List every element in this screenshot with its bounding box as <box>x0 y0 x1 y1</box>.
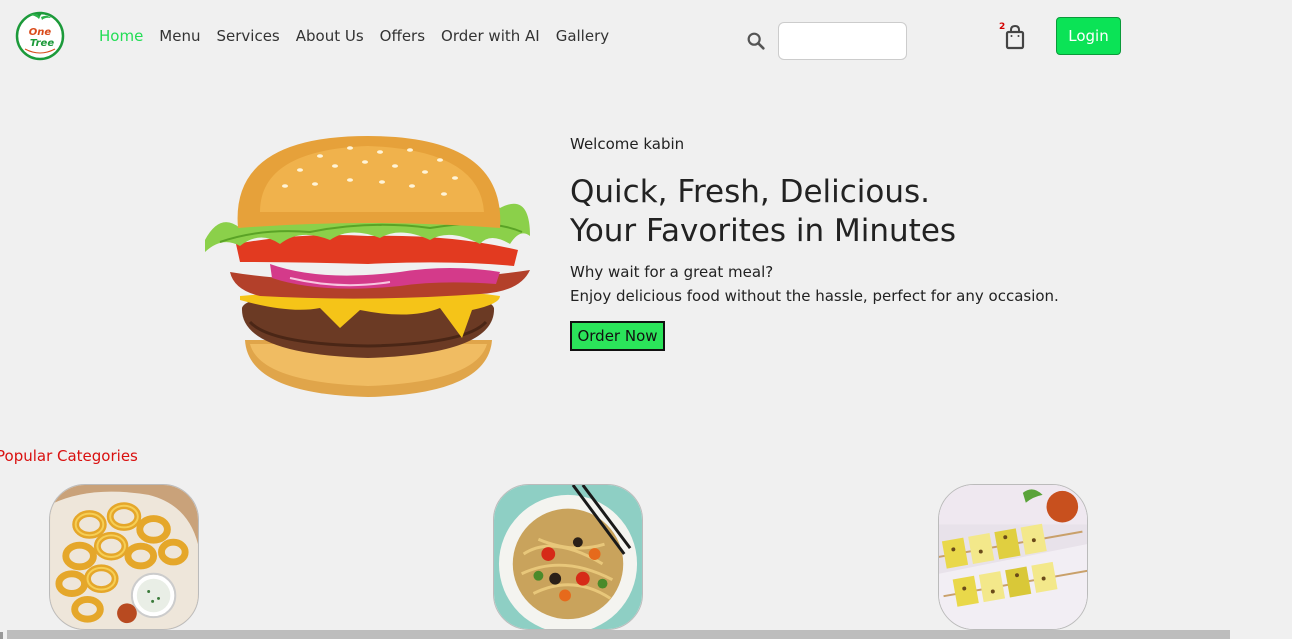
nav-services[interactable]: Services <box>216 26 279 46</box>
welcome-message: Welcome kabin <box>570 135 685 153</box>
hero-description-line1: Why wait for a great meal? <box>570 263 774 281</box>
login-button[interactable]: Login <box>1056 17 1121 55</box>
category-card-paneer-skewers[interactable] <box>938 484 1088 630</box>
main-nav: Home Menu Services About Us Offers Order… <box>99 26 625 46</box>
popular-categories-title: Popular Categories <box>0 447 138 465</box>
nav-home[interactable]: Home <box>99 26 143 46</box>
nav-menu[interactable]: Menu <box>159 26 200 46</box>
hero-headline-line1: Quick, Fresh, Delicious. <box>570 174 931 210</box>
order-now-button[interactable]: Order Now <box>570 321 665 351</box>
stir-fry-noodles-image <box>494 485 642 629</box>
shopping-bag-icon[interactable] <box>1004 24 1026 50</box>
scrollbar-arrow-left[interactable] <box>0 632 3 639</box>
brand-logo[interactable]: One Tree <box>15 9 65 61</box>
nav-order-with-ai[interactable]: Order with AI <box>441 26 540 46</box>
onion-rings-image <box>50 485 198 629</box>
category-card-onion-rings[interactable] <box>49 484 199 630</box>
hero-headline-line2: Your Favorites in Minutes <box>570 213 957 249</box>
paneer-skewers-image <box>939 485 1087 629</box>
hero-headline: Quick, Fresh, Delicious. Your Favorites … <box>570 173 956 251</box>
svg-text:Tree: Tree <box>30 38 54 49</box>
svg-text:One: One <box>29 27 52 38</box>
nav-offers[interactable]: Offers <box>380 26 425 46</box>
page: One Tree Home Menu Services About Us Off… <box>0 0 1292 639</box>
nav-gallery[interactable]: Gallery <box>556 26 609 46</box>
nav-about-us[interactable]: About Us <box>296 26 364 46</box>
hero-description-line2: Enjoy delicious food without the hassle,… <box>570 287 1059 305</box>
search-input[interactable] <box>778 22 907 60</box>
hero-burger-image <box>205 136 530 397</box>
horizontal-scrollbar[interactable] <box>7 630 1230 639</box>
search-icon[interactable] <box>745 30 767 52</box>
category-card-stir-fry-noodles[interactable] <box>493 484 643 630</box>
hero-description: Why wait for a great meal? Enjoy delicio… <box>570 260 1059 308</box>
